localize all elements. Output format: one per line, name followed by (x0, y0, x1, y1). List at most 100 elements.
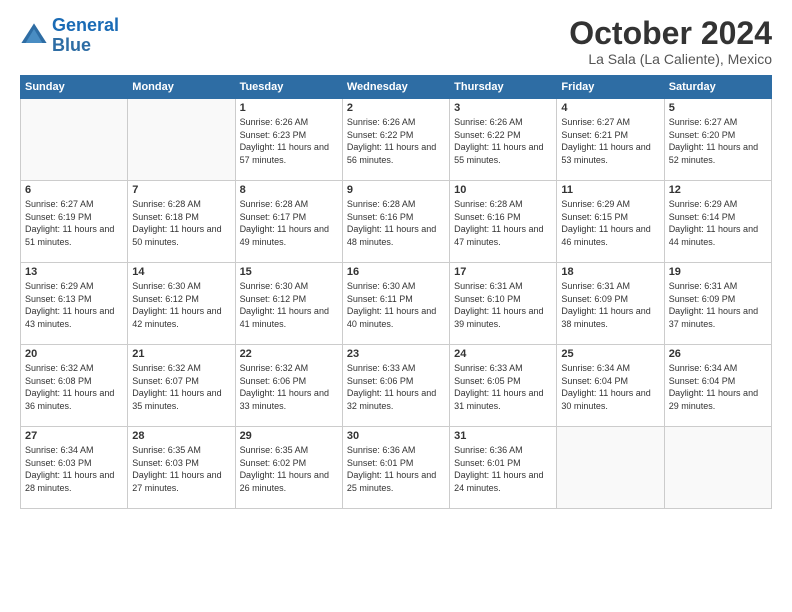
calendar-cell: 30 Sunrise: 6:36 AM Sunset: 6:01 PM Dayli… (342, 427, 449, 509)
day-number: 14 (132, 266, 230, 278)
day-number: 17 (454, 266, 552, 278)
day-info: Sunrise: 6:28 AM Sunset: 6:16 PM Dayligh… (454, 198, 552, 248)
day-number: 25 (561, 348, 659, 360)
day-info: Sunrise: 6:28 AM Sunset: 6:17 PM Dayligh… (240, 198, 338, 248)
calendar-cell: 16 Sunrise: 6:30 AM Sunset: 6:11 PM Dayli… (342, 263, 449, 345)
day-number: 5 (669, 102, 767, 114)
week-row-5: 27Sunrise: 6:34 AM Sunset: 6:03 PM Dayli… (21, 427, 772, 509)
logo-line2: Blue (52, 35, 91, 55)
day-info: Sunrise: 6:33 AM Sunset: 6:06 PM Dayligh… (347, 362, 445, 412)
month-title: October 2024 (569, 16, 772, 51)
day-info: Sunrise: 6:30 AM Sunset: 6:12 PM Dayligh… (132, 280, 230, 330)
day-number: 9 (347, 184, 445, 196)
day-info: Sunrise: 6:27 AM Sunset: 6:20 PM Dayligh… (669, 116, 767, 166)
calendar-cell: 5 Sunrise: 6:27 AM Sunset: 6:20 PM Daylig… (664, 99, 771, 181)
calendar-cell: 29Sunrise: 6:35 AM Sunset: 6:02 PM Dayli… (235, 427, 342, 509)
th-tuesday: Tuesday (235, 76, 342, 99)
day-number: 31 (454, 430, 552, 442)
day-number: 10 (454, 184, 552, 196)
day-info: Sunrise: 6:26 AM Sunset: 6:23 PM Dayligh… (240, 116, 338, 166)
calendar-cell: 25Sunrise: 6:34 AM Sunset: 6:04 PM Dayli… (557, 345, 664, 427)
calendar-cell (664, 427, 771, 509)
day-info: Sunrise: 6:31 AM Sunset: 6:10 PM Dayligh… (454, 280, 552, 330)
day-info: Sunrise: 6:36 AM Sunset: 6:01 PM Dayligh… (454, 444, 552, 494)
calendar-cell: 8 Sunrise: 6:28 AM Sunset: 6:17 PM Daylig… (235, 181, 342, 263)
th-wednesday: Wednesday (342, 76, 449, 99)
calendar-header: Sunday Monday Tuesday Wednesday Thursday… (21, 76, 772, 99)
day-number: 15 (240, 266, 338, 278)
day-number: 13 (25, 266, 123, 278)
day-number: 24 (454, 348, 552, 360)
calendar-cell: 11Sunrise: 6:29 AM Sunset: 6:15 PM Dayli… (557, 181, 664, 263)
day-number: 7 (132, 184, 230, 196)
day-info: Sunrise: 6:29 AM Sunset: 6:14 PM Dayligh… (669, 198, 767, 248)
calendar-cell: 21Sunrise: 6:32 AM Sunset: 6:07 PM Dayli… (128, 345, 235, 427)
logo-icon (20, 22, 48, 50)
calendar-cell: 23Sunrise: 6:33 AM Sunset: 6:06 PM Dayli… (342, 345, 449, 427)
calendar-cell: 18 Sunrise: 6:31 AM Sunset: 6:09 PM Dayli… (557, 263, 664, 345)
week-row-1: 1Sunrise: 6:26 AM Sunset: 6:23 PM Daylig… (21, 99, 772, 181)
day-number: 19 (669, 266, 767, 278)
logo-text: General Blue (52, 16, 119, 56)
day-info: Sunrise: 6:32 AM Sunset: 6:08 PM Dayligh… (25, 362, 123, 412)
calendar-cell: 27Sunrise: 6:34 AM Sunset: 6:03 PM Dayli… (21, 427, 128, 509)
logo-line1: General (52, 15, 119, 35)
weekday-row: Sunday Monday Tuesday Wednesday Thursday… (21, 76, 772, 99)
calendar-cell: 4 Sunrise: 6:27 AM Sunset: 6:21 PM Daylig… (557, 99, 664, 181)
day-info: Sunrise: 6:35 AM Sunset: 6:03 PM Dayligh… (132, 444, 230, 494)
calendar-cell (557, 427, 664, 509)
calendar-cell: 31 Sunrise: 6:36 AM Sunset: 6:01 PM Dayli… (450, 427, 557, 509)
th-monday: Monday (128, 76, 235, 99)
day-info: Sunrise: 6:31 AM Sunset: 6:09 PM Dayligh… (561, 280, 659, 330)
day-info: Sunrise: 6:35 AM Sunset: 6:02 PM Dayligh… (240, 444, 338, 494)
day-info: Sunrise: 6:27 AM Sunset: 6:19 PM Dayligh… (25, 198, 123, 248)
week-row-3: 13 Sunrise: 6:29 AM Sunset: 6:13 PM Dayli… (21, 263, 772, 345)
calendar-cell: 14 Sunrise: 6:30 AM Sunset: 6:12 PM Dayli… (128, 263, 235, 345)
day-info: Sunrise: 6:26 AM Sunset: 6:22 PM Dayligh… (454, 116, 552, 166)
calendar-cell: 1Sunrise: 6:26 AM Sunset: 6:23 PM Daylig… (235, 99, 342, 181)
day-number: 22 (240, 348, 338, 360)
day-number: 16 (347, 266, 445, 278)
calendar-cell: 26Sunrise: 6:34 AM Sunset: 6:04 PM Dayli… (664, 345, 771, 427)
day-info: Sunrise: 6:28 AM Sunset: 6:16 PM Dayligh… (347, 198, 445, 248)
day-number: 8 (240, 184, 338, 196)
day-number: 6 (25, 184, 123, 196)
calendar-cell: 12 Sunrise: 6:29 AM Sunset: 6:14 PM Dayli… (664, 181, 771, 263)
day-number: 4 (561, 102, 659, 114)
calendar-cell: 10 Sunrise: 6:28 AM Sunset: 6:16 PM Dayli… (450, 181, 557, 263)
day-number: 3 (454, 102, 552, 114)
location: La Sala (La Caliente), Mexico (569, 51, 772, 67)
th-thursday: Thursday (450, 76, 557, 99)
day-number: 12 (669, 184, 767, 196)
day-info: Sunrise: 6:26 AM Sunset: 6:22 PM Dayligh… (347, 116, 445, 166)
week-row-4: 20 Sunrise: 6:32 AM Sunset: 6:08 PM Dayli… (21, 345, 772, 427)
day-number: 20 (25, 348, 123, 360)
logo: General Blue (20, 16, 119, 56)
day-info: Sunrise: 6:30 AM Sunset: 6:12 PM Dayligh… (240, 280, 338, 330)
day-number: 30 (347, 430, 445, 442)
day-info: Sunrise: 6:34 AM Sunset: 6:03 PM Dayligh… (25, 444, 123, 494)
day-info: Sunrise: 6:30 AM Sunset: 6:11 PM Dayligh… (347, 280, 445, 330)
calendar-cell: 28 Sunrise: 6:35 AM Sunset: 6:03 PM Dayli… (128, 427, 235, 509)
day-number: 11 (561, 184, 659, 196)
calendar-cell: 9 Sunrise: 6:28 AM Sunset: 6:16 PM Daylig… (342, 181, 449, 263)
calendar-cell: 3 Sunrise: 6:26 AM Sunset: 6:22 PM Daylig… (450, 99, 557, 181)
day-info: Sunrise: 6:33 AM Sunset: 6:05 PM Dayligh… (454, 362, 552, 412)
calendar-cell: 6 Sunrise: 6:27 AM Sunset: 6:19 PM Daylig… (21, 181, 128, 263)
day-info: Sunrise: 6:36 AM Sunset: 6:01 PM Dayligh… (347, 444, 445, 494)
day-number: 28 (132, 430, 230, 442)
calendar-cell: 22Sunrise: 6:32 AM Sunset: 6:06 PM Dayli… (235, 345, 342, 427)
day-number: 2 (347, 102, 445, 114)
day-number: 18 (561, 266, 659, 278)
calendar-cell: 24 Sunrise: 6:33 AM Sunset: 6:05 PM Dayli… (450, 345, 557, 427)
day-info: Sunrise: 6:27 AM Sunset: 6:21 PM Dayligh… (561, 116, 659, 166)
day-info: Sunrise: 6:31 AM Sunset: 6:09 PM Dayligh… (669, 280, 767, 330)
calendar-body: 1Sunrise: 6:26 AM Sunset: 6:23 PM Daylig… (21, 99, 772, 509)
day-info: Sunrise: 6:29 AM Sunset: 6:13 PM Dayligh… (25, 280, 123, 330)
day-number: 21 (132, 348, 230, 360)
calendar-table: Sunday Monday Tuesday Wednesday Thursday… (20, 75, 772, 509)
calendar-cell: 7 Sunrise: 6:28 AM Sunset: 6:18 PM Daylig… (128, 181, 235, 263)
th-sunday: Sunday (21, 76, 128, 99)
calendar-cell (21, 99, 128, 181)
day-info: Sunrise: 6:28 AM Sunset: 6:18 PM Dayligh… (132, 198, 230, 248)
